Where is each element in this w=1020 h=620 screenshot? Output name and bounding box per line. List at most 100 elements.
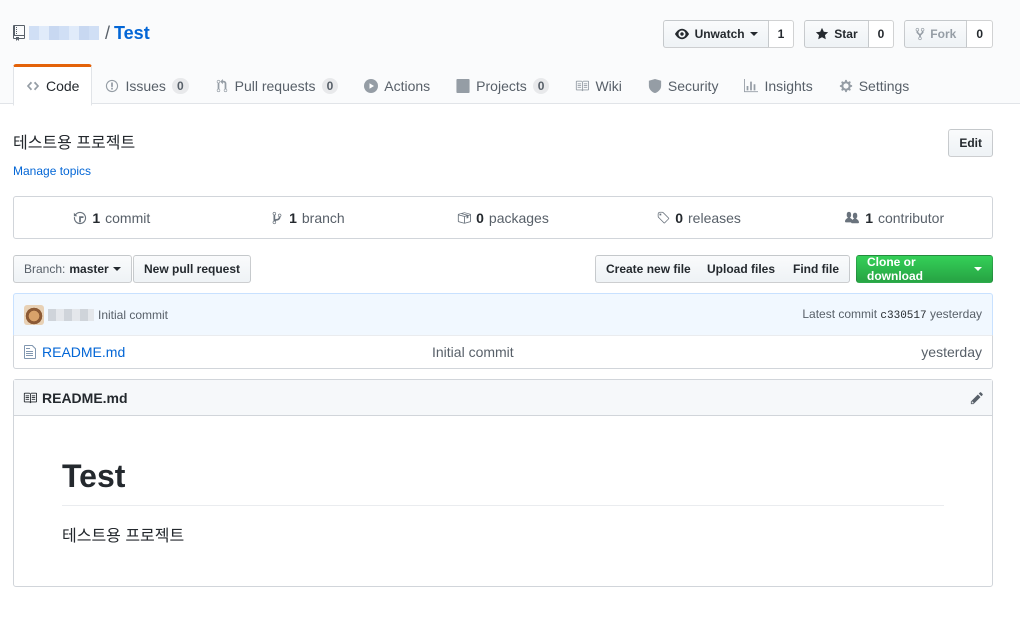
packages-count: 0 [476,209,484,226]
numbers-summary: 1 commit 1 branch 0 packages 0 releases … [13,196,993,239]
tab-actions-label: Actions [384,77,431,94]
readme-heading: Test [62,458,944,506]
readme-content: Test 테스트용 프로젝트 [14,416,992,588]
owner-name-redacted[interactable] [29,26,99,40]
readme-box: README.md Test 테스트용 프로젝트 [13,379,993,587]
contributors-summary[interactable]: 1 contributor [796,197,992,238]
watch-group: Unwatch 1 [662,20,795,48]
tab-issues[interactable]: Issues 0 [92,64,201,105]
commits-label: commit [105,209,151,226]
book-icon [576,80,590,91]
tab-security-label: Security [667,77,719,94]
chevron-down-icon [112,267,121,271]
branch-prefix: Branch: [24,262,66,276]
branches-label: branch [301,209,345,226]
issue-icon [106,79,119,92]
tab-projects[interactable]: Projects 0 [443,64,562,105]
history-icon [74,211,87,224]
code-icon [26,81,40,91]
book-icon [23,392,37,403]
tab-insights[interactable]: Insights [731,64,825,105]
watch-count[interactable]: 1 [768,20,795,48]
tab-actions[interactable]: Actions [351,64,443,105]
shield-icon [648,78,661,93]
packages-summary[interactable]: 0 packages [405,197,601,238]
repo-title: / Test [13,20,150,46]
tab-projects-label: Projects [476,77,527,94]
tab-wiki[interactable]: Wiki [562,64,634,105]
readme-header: README.md [14,380,992,416]
tab-issues-label: Issues [125,77,166,94]
file-age: yesterday [921,344,982,360]
tab-settings[interactable]: Settings [826,64,923,105]
graph-icon [744,78,759,92]
create-new-file-button[interactable]: Create new file [595,255,702,283]
unwatch-button[interactable]: Unwatch [662,20,769,48]
fork-label: Fork [930,27,957,41]
commit-age: yesterday [929,307,982,321]
projects-counter: 0 [532,77,550,94]
branches-summary[interactable]: 1 branch [210,197,406,238]
releases-label: releases [688,209,741,226]
contributors-label: contributor [877,209,945,226]
branches-count: 1 [289,209,297,226]
tab-security[interactable]: Security [635,64,732,105]
readme-body: 테스트용 프로젝트 [62,528,185,545]
upload-files-button[interactable]: Upload files [697,255,787,283]
releases-summary[interactable]: 0 releases [601,197,797,238]
readme-filename: README.md [42,389,128,406]
branch-select-button[interactable]: Branch: master [13,255,132,283]
tab-wiki-label: Wiki [595,77,622,94]
latest-commit-bar: Initial commit Latest commit c330517 yes… [13,293,993,336]
repo-name-link[interactable]: Test [114,23,150,44]
title-separator: / [105,22,111,43]
commit-message[interactable]: Initial commit [98,308,168,322]
fork-button[interactable]: Fork [904,20,968,48]
new-pull-request-button[interactable]: New pull request [133,255,252,283]
edit-description-button[interactable]: Edit [948,129,993,157]
manage-topics-link[interactable]: Manage topics [13,164,91,178]
issues-counter: 0 [171,77,189,94]
commits-count: 1 [92,209,101,226]
contributors-count: 1 [865,209,873,226]
tab-pull-requests-label: Pull requests [234,77,316,94]
releases-count: 0 [675,209,684,226]
star-icon [816,27,829,40]
repo-header: / Test Unwatch 1 Star 0 Fork 0 Code Issu… [0,0,1020,106]
file-icon [24,345,36,359]
repo-tabs: Code Issues 0 Pull requests 0 Actions Pr… [13,64,923,106]
file-navigation: Branch: master New pull request Create n… [13,255,993,283]
organization-icon [845,211,860,223]
gear-icon [839,79,852,92]
file-name-link[interactable]: README.md [42,344,432,360]
find-file-button[interactable]: Find file [783,255,850,283]
star-button[interactable]: Star [804,20,869,48]
commit-sha[interactable]: c330517 [880,310,926,322]
file-commit-message[interactable]: Initial commit [432,344,732,360]
avatar[interactable] [24,304,44,325]
star-group: Star 0 [804,20,895,48]
star-label: Star [834,27,858,41]
chevron-down-icon [974,267,982,271]
package-icon [457,211,472,224]
repo-icon [13,25,25,41]
tab-insights-label: Insights [764,77,813,94]
repo-actions: Unwatch 1 Star 0 Fork 0 [662,20,993,48]
tab-pull-requests[interactable]: Pull requests 0 [202,64,352,105]
latest-commit-prefix: Latest commit [802,307,878,321]
tab-code[interactable]: Code [13,64,93,106]
play-icon [364,78,379,93]
pencil-icon[interactable] [970,391,984,405]
clone-or-download-button[interactable]: Clone or download [856,255,993,283]
tab-code-label: Code [46,78,80,94]
star-count[interactable]: 0 [868,20,895,48]
pull-requests-counter: 0 [321,77,339,94]
project-icon [456,78,470,93]
commits-summary[interactable]: 1 commit [14,197,210,238]
tag-icon [657,211,670,223]
tab-settings-label: Settings [858,77,910,94]
clone-label: Clone or download [867,255,923,283]
fork-count[interactable]: 0 [967,20,993,48]
commit-author-redacted[interactable] [48,308,94,321]
packages-label: packages [488,209,549,226]
